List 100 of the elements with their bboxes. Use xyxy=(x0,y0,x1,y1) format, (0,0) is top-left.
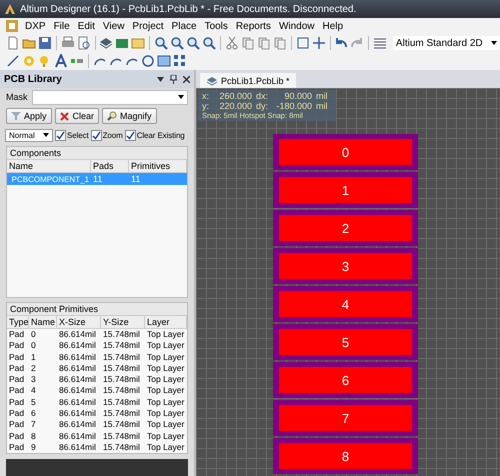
mode-dropdown[interactable]: Normal xyxy=(5,128,53,142)
menu-item[interactable]: Edit xyxy=(74,20,99,32)
table-cell-text: 11 xyxy=(92,174,104,184)
menu-item[interactable]: Help xyxy=(318,20,348,32)
array-icon[interactable] xyxy=(173,54,187,68)
pad[interactable]: 7 xyxy=(273,400,418,436)
pin-icon[interactable] xyxy=(170,74,177,84)
panel-button[interactable]: Clear xyxy=(54,108,100,124)
table-cell-text: 15.748mil xyxy=(102,362,141,374)
section-title: Component Primitives xyxy=(7,303,187,316)
zoom-in-icon[interactable] xyxy=(154,36,168,50)
menu-item[interactable]: Project xyxy=(128,20,168,32)
checkbox-label: Clear Existing xyxy=(136,130,185,140)
checkbox[interactable] xyxy=(124,130,136,140)
table-cell-text: 15.748mil xyxy=(102,352,141,363)
pad[interactable]: 5 xyxy=(273,324,418,360)
table-cell-text: 86.614mil xyxy=(58,385,97,397)
coordinate-text: 260.000 xyxy=(218,91,253,101)
app-logo-icon xyxy=(4,3,16,15)
table-cell-text: Pad xyxy=(8,396,26,408)
pad[interactable]: 6 xyxy=(273,362,418,398)
column-header[interactable]: Name xyxy=(7,160,91,172)
view-dropdown[interactable]: Altium Standard 2D xyxy=(392,36,500,50)
column-header[interactable]: Layer xyxy=(145,316,187,328)
column-header[interactable]: Name xyxy=(29,316,57,328)
menu-item[interactable]: Tools xyxy=(200,20,232,32)
table-cell-text: 4 xyxy=(30,385,37,397)
pad[interactable]: 2 xyxy=(273,210,418,246)
layers-icon[interactable] xyxy=(99,36,114,50)
menu-item[interactable]: View xyxy=(98,20,128,32)
table-cell-text: Pad xyxy=(8,352,26,363)
move-cross-icon[interactable] xyxy=(312,36,326,50)
dropdown-arrow-icon xyxy=(43,133,49,137)
coordinate-text: 90.000 xyxy=(283,91,313,101)
line-icon[interactable] xyxy=(6,54,20,68)
mask-field[interactable] xyxy=(32,90,188,104)
pad[interactable]: 1 xyxy=(273,172,418,208)
table-cell-text: 86.614mil xyxy=(58,442,97,454)
table-cell-text: 6 xyxy=(30,408,37,420)
table-cell-text: 15.748mil xyxy=(102,396,141,408)
table-cell-text: 15.748mil xyxy=(102,442,141,454)
column-header[interactable]: X-Size xyxy=(57,316,101,328)
pcb-library-icon xyxy=(206,76,218,86)
zoom-fit-icon[interactable] xyxy=(186,36,200,50)
save-icon[interactable] xyxy=(38,36,52,50)
table-cell-text: 15.748mil xyxy=(102,419,141,431)
mask-label: Mask xyxy=(6,92,28,102)
text-icon[interactable] xyxy=(54,54,68,68)
paste2-icon[interactable] xyxy=(272,36,287,50)
table-cell-text: Top Layer xyxy=(146,385,186,397)
panel-menu-icon[interactable] xyxy=(157,76,164,82)
pad[interactable]: 8 xyxy=(273,438,418,474)
pad-label: 2 xyxy=(279,215,412,241)
pad-label: 7 xyxy=(279,405,412,431)
coordinate-text: y: xyxy=(202,101,210,111)
select-rect-icon[interactable] xyxy=(296,36,310,50)
table-cell-text: Pad xyxy=(8,430,26,442)
checkbox[interactable] xyxy=(90,130,102,140)
table-cell-text: Top Layer xyxy=(146,408,186,420)
paste-icon[interactable] xyxy=(256,36,271,50)
document-tab[interactable]: PcbLib1.PcbLib * xyxy=(200,73,296,88)
column-header[interactable]: Y-Size xyxy=(101,316,145,328)
table-cell-text: 86.614mil xyxy=(58,352,97,363)
circle-icon[interactable] xyxy=(141,54,155,68)
panel-button[interactable]: Magnify xyxy=(102,108,157,124)
table-cell-text: 86.614mil xyxy=(58,340,97,352)
pad[interactable]: 0 xyxy=(273,134,418,170)
table-cell-text: 1 xyxy=(30,352,37,363)
menu-item[interactable]: Window xyxy=(274,20,319,32)
zoom-area-icon[interactable] xyxy=(202,36,216,50)
copy-icon[interactable] xyxy=(240,36,255,50)
document-icon[interactable] xyxy=(6,36,20,50)
menu-item[interactable]: Place xyxy=(168,20,201,32)
menu-item[interactable]: DXP xyxy=(21,20,50,32)
table-cell-text: 3 xyxy=(30,374,37,386)
close-icon[interactable] xyxy=(183,76,190,82)
table-cell-text: Top Layer xyxy=(146,374,186,386)
printer-icon[interactable] xyxy=(60,36,75,50)
menu-item[interactable]: File xyxy=(50,20,74,32)
pad-label: 0 xyxy=(279,139,412,165)
table-cell-text: 11 xyxy=(130,174,142,184)
zoom-out-icon[interactable] xyxy=(170,36,184,50)
panel-button[interactable]: Apply xyxy=(6,108,52,124)
column-header[interactable]: Pads xyxy=(91,160,129,172)
table-cell-text: Top Layer xyxy=(146,340,186,352)
checkbox[interactable] xyxy=(55,130,66,140)
undo-icon[interactable] xyxy=(334,36,348,50)
column-header[interactable]: Type xyxy=(7,316,29,328)
pad[interactable]: 4 xyxy=(273,286,418,322)
grid-icon[interactable] xyxy=(372,36,387,50)
column-header[interactable]: Primitives xyxy=(129,160,187,172)
preview-icon[interactable] xyxy=(76,36,91,50)
table-cell-text: 86.614mil xyxy=(58,419,97,431)
fill-icon[interactable] xyxy=(157,54,171,68)
table-cell-text: Pad xyxy=(8,340,26,352)
board-icon[interactable] xyxy=(115,36,130,50)
menu-item[interactable]: Reports xyxy=(232,20,275,32)
table-cell-text: 86.614mil xyxy=(58,396,97,408)
pad[interactable]: 3 xyxy=(273,248,418,284)
scissors-icon[interactable] xyxy=(224,36,239,50)
